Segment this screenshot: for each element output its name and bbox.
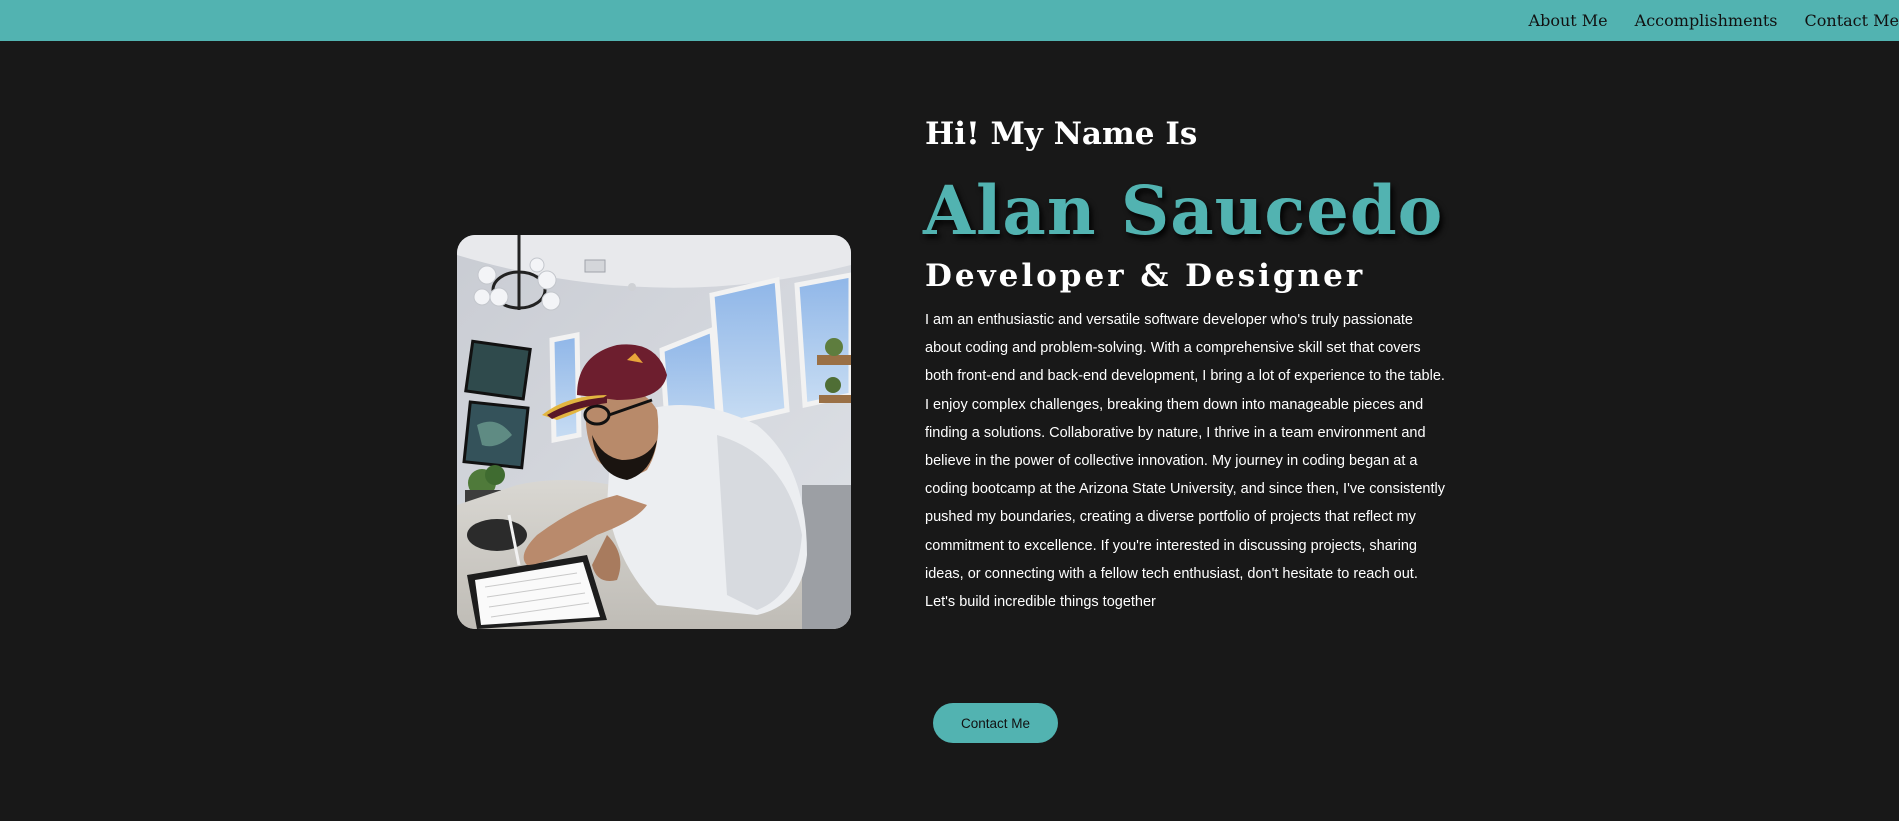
bio-paragraph: I am an enthusiastic and versatile softw…	[925, 312, 1445, 611]
top-navbar: About Me Accomplishments Contact Me	[0, 0, 1899, 41]
nav-accomplishments[interactable]: Accomplishments	[1635, 12, 1778, 29]
role-subtitle: Developer & Designer	[925, 258, 1366, 294]
greeting-heading: Hi! My Name Is	[925, 116, 1198, 152]
nav-about-me[interactable]: About Me	[1529, 12, 1608, 29]
contact-me-button[interactable]: Contact Me	[933, 703, 1058, 743]
nav-contact-me[interactable]: Contact Me	[1805, 12, 1899, 29]
profile-photo	[457, 235, 851, 629]
main-nav: About Me Accomplishments Contact Me	[1502, 0, 1899, 41]
name-heading: Alan Saucedo	[923, 171, 1444, 250]
